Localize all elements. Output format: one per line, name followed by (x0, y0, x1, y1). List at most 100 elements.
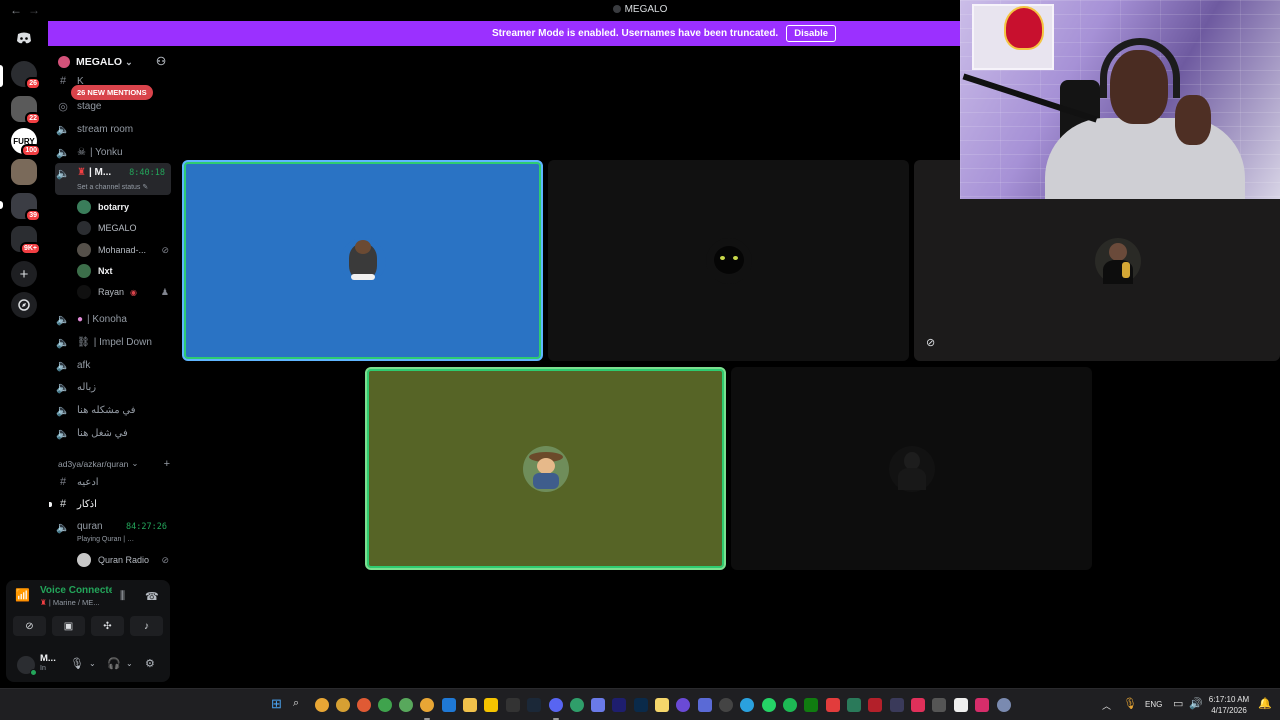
teams-icon[interactable] (698, 698, 712, 712)
app-icon[interactable] (591, 698, 605, 712)
telegram-icon[interactable] (740, 698, 754, 712)
voice-member[interactable]: Rayan ◉ ♟ (77, 283, 169, 301)
edge-icon[interactable] (442, 698, 456, 712)
photoshop-icon[interactable] (634, 698, 648, 712)
video-tile-dark[interactable] (731, 367, 1092, 570)
activities-button[interactable]: ✣ (91, 616, 124, 636)
server-unread-pill (0, 65, 3, 87)
search-icon[interactable]: ⌕ (293, 697, 299, 710)
steam-icon[interactable] (527, 698, 541, 712)
chevron-down-icon[interactable]: ⌄ (126, 659, 133, 668)
app-icon[interactable] (975, 698, 989, 712)
app-icon[interactable] (655, 698, 669, 712)
gear-icon[interactable]: ⚙ (145, 657, 155, 670)
microphone-icon[interactable]: 🎙 (70, 657, 84, 670)
chevron-down-icon[interactable]: ⌄ (89, 659, 96, 668)
microphone-icon[interactable]: 🎙 (1123, 697, 1137, 710)
app-icon[interactable] (506, 698, 520, 712)
disable-streamer-mode-button[interactable]: Disable (786, 25, 836, 42)
app-icon[interactable] (954, 698, 968, 712)
soundboard-button[interactable]: ♪ (130, 616, 163, 636)
settings-icon[interactable] (997, 698, 1011, 712)
camera-off-button[interactable]: ⊘ (13, 616, 46, 636)
video-tile-blue[interactable] (182, 160, 543, 361)
app-icon[interactable] (911, 698, 925, 712)
chrome-icon[interactable] (336, 698, 350, 712)
headphones-icon[interactable]: 🎧 (107, 657, 121, 670)
channel-status[interactable]: Set a channel status ✎ (77, 183, 148, 191)
invite-people-icon[interactable]: ⚇ (156, 55, 166, 68)
chrome-icon[interactable] (315, 698, 329, 712)
voice-member[interactable]: Mohanad-... ⊘ (77, 241, 169, 259)
channel-konoha[interactable]: 🔈 ● | Konoha (55, 309, 171, 329)
discover-button[interactable] (11, 292, 37, 318)
avatar[interactable] (17, 656, 37, 676)
app-icon[interactable] (719, 698, 733, 712)
app-icon[interactable] (570, 698, 584, 712)
voice-member-quran-radio[interactable]: Quran Radio ⊘ (77, 551, 169, 569)
discord-home-button[interactable] (11, 25, 37, 51)
server-icon-fury[interactable]: FURY 100 (11, 128, 41, 157)
signal-icon[interactable]: 📶 (15, 588, 30, 602)
xbox-icon[interactable] (804, 698, 818, 712)
notification-icon[interactable]: 🔔 (1258, 697, 1272, 710)
channel-quran[interactable]: 🔈 quran 84:27:26 Playing Quran | … (55, 517, 171, 545)
app-icon[interactable] (932, 698, 946, 712)
noise-suppression-icon[interactable]: ⫼ (120, 590, 125, 603)
server-folder[interactable]: 39 (11, 193, 41, 222)
voice-member[interactable]: MEGALO (77, 219, 169, 237)
app-icon[interactable] (868, 698, 882, 712)
user-name[interactable]: M... (40, 653, 56, 664)
channel-ar2[interactable]: 🔈 في مشكله هنا (55, 400, 171, 420)
channel-afk[interactable]: 🔈 afk (55, 355, 171, 375)
discord-icon[interactable] (549, 698, 563, 712)
disconnect-icon[interactable]: ☎ (145, 590, 159, 603)
speaker-icon: 🔈 (56, 313, 70, 326)
channel-yonku[interactable]: 🔈 ☠ | Yonku (55, 142, 171, 162)
video-tile-cat[interactable] (548, 160, 909, 361)
whatsapp-icon[interactable] (762, 698, 776, 712)
network-icon[interactable]: ▭ (1173, 697, 1183, 710)
server-folder-2[interactable]: 9K+ (11, 226, 41, 255)
channel-adeia[interactable]: # ادعيه (55, 472, 171, 492)
voice-member[interactable]: Nxt (77, 262, 169, 280)
category-header[interactable]: ad3ya/azkar/quran ⌄ + (58, 458, 170, 470)
voice-connected-label[interactable]: Voice Connected (40, 585, 112, 596)
create-channel-icon[interactable]: + (164, 458, 170, 470)
screen-share-button[interactable]: ▣ (52, 616, 85, 636)
chevron-up-icon[interactable]: ︿ (1102, 699, 1111, 712)
windows-start-icon[interactable]: ⊞ (271, 696, 282, 712)
channel-ar3[interactable]: 🔈 في شغل هنا (55, 423, 171, 443)
server-icon-2[interactable]: 22 (11, 96, 41, 125)
channel-stream-room[interactable]: 🔈 stream room (55, 119, 171, 139)
video-tile-olive[interactable] (365, 367, 726, 570)
app-icon[interactable] (484, 698, 498, 712)
channel-ar1[interactable]: 🔈 زباله (55, 377, 171, 397)
channel-marine[interactable]: 🔈 ♜ | M... 8:40:18 Set a channel status … (55, 163, 171, 195)
avatar (77, 285, 91, 299)
server-icon-1[interactable]: 26 (11, 61, 41, 90)
chrome-icon[interactable] (399, 698, 413, 712)
premiere-icon[interactable] (612, 698, 626, 712)
language-indicator[interactable]: ENG (1145, 700, 1162, 709)
chrome-icon[interactable] (357, 698, 371, 712)
app-icon[interactable] (847, 698, 861, 712)
voice-member[interactable]: botarry (77, 198, 169, 216)
guild-header[interactable]: MEGALO ⌄ ⚇ (48, 50, 176, 74)
app-icon[interactable] (676, 698, 690, 712)
chrome-icon[interactable] (378, 698, 392, 712)
app-icon[interactable] (826, 698, 840, 712)
server-icon-4[interactable] (11, 159, 37, 185)
clock[interactable]: 6:17:10 AM 4/17/2026 (1206, 694, 1252, 716)
file-explorer-icon[interactable] (463, 698, 477, 712)
voice-channel-path[interactable]: ♜ | Marine / ME... (40, 598, 120, 607)
channel-stage[interactable]: ◎ stage (55, 96, 171, 116)
app-icon[interactable] (890, 698, 904, 712)
channel-impel-down[interactable]: 🔈 ⛓ | Impel Down (55, 332, 171, 352)
chrome-icon[interactable] (420, 698, 434, 712)
spotify-icon[interactable] (783, 698, 797, 712)
channel-azkar[interactable]: # اذكار (55, 494, 171, 514)
add-server-button[interactable]: + (11, 261, 37, 287)
volume-icon[interactable]: 🔊 (1189, 697, 1203, 710)
chevron-down-icon: ⌄ (125, 56, 133, 67)
